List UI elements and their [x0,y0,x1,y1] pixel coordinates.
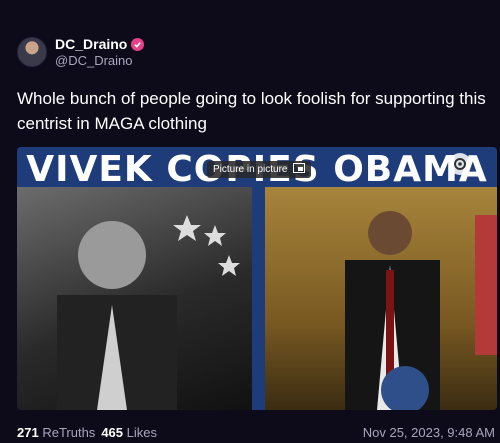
post-timestamp[interactable]: Nov 25, 2023, 9:48 AM [363,425,495,440]
picture-in-picture-button[interactable]: Picture in picture [207,161,312,178]
picture-in-picture-label: Picture in picture [213,164,288,175]
retruths-stat[interactable]: 271 ReTruths [17,425,95,440]
author-display-name[interactable]: DC_Draino [55,36,127,52]
post-stats: 271 ReTruths 465 Likes [17,425,157,440]
verified-check-icon [131,37,145,51]
author-handle[interactable]: @DC_Draino [55,53,133,68]
post-text: Whole bunch of people going to look fool… [17,89,486,133]
settings-badge-icon[interactable] [449,153,471,175]
picture-in-picture-icon [293,163,306,176]
post-video[interactable]: VIVEK COPIES OBAMA Picture in picture [17,147,497,410]
video-right-panel [265,185,497,410]
post-card: DC_Draino @DC_Draino Whole bunch of peop… [0,0,500,443]
video-divider [252,185,265,410]
likes-stat[interactable]: 465 Likes [101,425,157,440]
author-name-row[interactable]: DC_Draino [55,36,145,52]
video-left-panel [17,185,252,410]
avatar[interactable] [17,37,47,67]
